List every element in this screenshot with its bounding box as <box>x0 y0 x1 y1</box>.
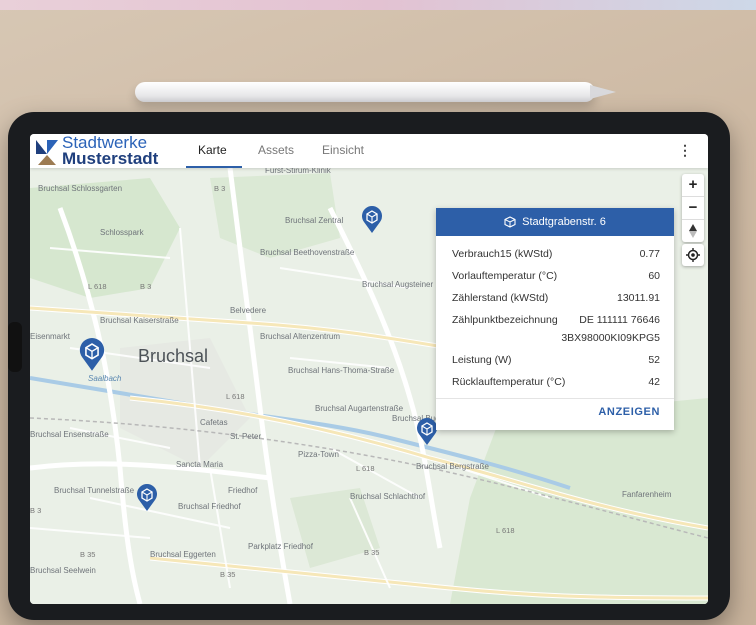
compass-button[interactable] <box>682 219 704 242</box>
map-label: Parkplatz Friedhof <box>248 542 313 551</box>
map-label: Bruchsal Ensenstraße <box>30 430 109 439</box>
tablet-camera <box>8 322 22 372</box>
map-label: Bruchsal Schlachthof <box>350 492 426 501</box>
map-label: Pizza-Town <box>298 450 339 459</box>
stylus-tip <box>590 85 616 99</box>
cube-icon <box>504 216 516 228</box>
city-label: Bruchsal <box>138 346 209 366</box>
map-label: Eisenmarkt <box>30 332 71 341</box>
info-label: Zählerstand (kWStd) <box>452 292 549 304</box>
road-label: B 3 <box>140 282 152 291</box>
brand-logo <box>36 140 58 165</box>
zoom-controls: + − <box>682 174 704 242</box>
map-label: Fanfarenheim <box>622 490 672 499</box>
info-row: Zählpunktbezeichnung DE 111111 76646 <box>452 314 660 326</box>
info-value: 52 <box>648 354 660 366</box>
tab-einsicht[interactable]: Einsicht <box>322 143 364 157</box>
compass-icon <box>689 224 697 238</box>
info-row: Rücklauftemperatur (°C) 42 <box>452 376 660 388</box>
brand-name-line2: Musterstadt <box>62 149 159 168</box>
desk-background <box>0 0 756 10</box>
map-label: Bruchsal Zentral <box>285 216 344 225</box>
tab-karte[interactable]: Karte <box>198 143 227 157</box>
app-header: Stadtwerke Musterstadt Karte Assets Eins… <box>30 134 708 168</box>
map-label: Bruchsal Altenzentrum <box>260 332 341 341</box>
map-label: Bruchsal Augsteiner <box>362 280 434 289</box>
map-label: Bruchsal Hans-Thoma-Straße <box>288 366 395 375</box>
road-label: B 3 <box>30 506 42 515</box>
cube-marker-icon[interactable] <box>136 484 158 512</box>
info-row: Vorlauftemperatur (°C) 60 <box>452 270 660 282</box>
map-label: Bruchsal Eggerten <box>150 550 216 559</box>
info-label: Vorlauftemperatur (°C) <box>452 270 558 282</box>
info-value: 42 <box>648 376 660 388</box>
map-label: Friedhof <box>228 486 258 495</box>
info-value: 3BX98000KI09KPG5 <box>561 332 660 344</box>
tab-assets[interactable]: Assets <box>258 143 294 157</box>
active-tab-indicator <box>186 166 242 168</box>
map-label: Schlosspark <box>100 228 144 237</box>
map-label: Bruchsal Tunnelstraße <box>54 486 135 495</box>
popup-title: Stadtgrabenstr. 6 <box>522 216 606 228</box>
map-label-river: Saalbach <box>88 374 122 383</box>
road-label: B 35 <box>220 570 236 579</box>
road-label: L 618 <box>88 282 107 291</box>
road-label: L 618 <box>496 526 515 535</box>
info-label: Rücklauftemperatur (°C) <box>452 376 566 388</box>
info-value: 0.77 <box>639 248 660 260</box>
info-label: Zählpunktbezeichnung <box>452 314 558 326</box>
map-label: Bruchsal Schlossgarten <box>38 184 123 193</box>
info-row: Zählerstand (kWStd) 13011.91 <box>452 292 660 304</box>
app-screen: Bruchsal Schlossgarten Schlosspark Fürst… <box>30 134 708 604</box>
popup-divider <box>436 398 674 399</box>
stylus-pencil <box>135 82 595 102</box>
info-row: Verbrauch15 (kWStd) 0.77 <box>452 248 660 260</box>
info-label: Leistung (W) <box>452 354 512 366</box>
road-label: B 35 <box>80 550 96 559</box>
popup-header: Stadtgrabenstr. 6 <box>436 208 674 236</box>
info-label: Verbrauch15 (kWStd) <box>452 248 553 260</box>
info-value: 60 <box>648 270 660 282</box>
map-label: Bruchsal Seelwein <box>30 566 96 575</box>
more-vert-icon[interactable]: ⋮ <box>678 142 692 159</box>
cube-marker-icon[interactable] <box>416 418 438 446</box>
cube-marker-icon[interactable] <box>78 338 106 372</box>
map-label: Bruchsal Beethovenstraße <box>260 248 355 257</box>
asset-info-popup: Stadtgrabenstr. 6 Verbrauch15 (kWStd) 0.… <box>436 208 674 430</box>
info-value: DE 111111 76646 <box>579 314 660 326</box>
map-label: Bruchsal Augartenstraße <box>315 404 404 413</box>
road-label: L 618 <box>356 464 375 473</box>
show-details-button[interactable]: ANZEIGEN <box>598 406 660 418</box>
my-location-icon <box>686 248 700 262</box>
locate-button[interactable] <box>682 244 704 266</box>
cube-marker-icon[interactable] <box>361 206 383 234</box>
map-label: Sancta Maria <box>176 460 224 469</box>
road-label: B 3 <box>214 184 226 193</box>
map-label: Belvedere <box>230 306 267 315</box>
map-label: Bruchsal Friedhof <box>178 502 241 511</box>
zoom-in-button[interactable]: + <box>682 174 704 196</box>
map-view[interactable]: Bruchsal Schlossgarten Schlosspark Fürst… <box>30 166 708 604</box>
info-row: Leistung (W) 52 <box>452 354 660 366</box>
map-label: Cafetas <box>200 418 228 427</box>
zoom-out-button[interactable]: − <box>682 196 704 219</box>
road-label: B 35 <box>364 548 380 557</box>
map-label: Bruchsal Bergstraße <box>416 462 489 471</box>
road-label: L 618 <box>226 392 245 401</box>
info-value: 13011.91 <box>616 292 660 304</box>
map-label: St. Peter <box>230 432 262 441</box>
map-label: Bruchsal Kaiserstraße <box>100 316 179 325</box>
